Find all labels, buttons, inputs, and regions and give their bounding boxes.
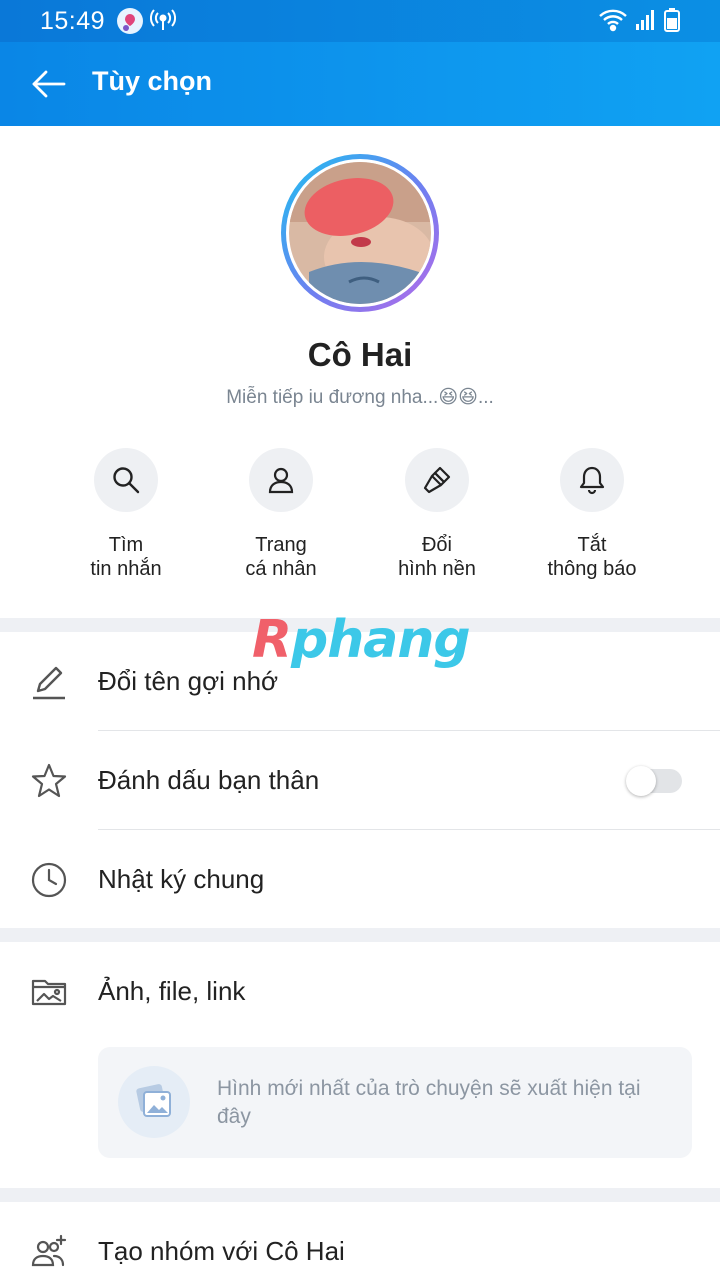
rename-nickname-row[interactable]: Đổi tên gợi nhớ [0,632,720,730]
battery-icon [664,8,680,32]
row-label: Ảnh, file, link [98,976,246,1006]
search-icon[interactable] [94,448,158,512]
folder-image-icon [30,973,68,1011]
media-empty-card: Hình mới nhất của trò chuyện sẽ xuất hiệ… [98,1047,692,1158]
signal-icon [635,9,657,31]
row-label: Đổi tên gợi nhớ [98,666,279,696]
clock-icon [30,861,68,899]
avatar-photo [289,162,431,304]
section-divider [0,928,720,942]
add-group-icon [30,1233,68,1271]
avatar[interactable] [286,159,434,307]
hotspot-icon [150,9,176,31]
media-empty-text: Hình mới nhất của trò chuyện sẽ xuất hiệ… [217,1077,641,1128]
person-icon[interactable] [249,448,313,512]
action-label: Đổi hình nền [398,534,476,580]
create-group-row[interactable]: Tạo nhóm với Cô Hai [0,1202,720,1280]
paint-brush-icon[interactable] [405,448,469,512]
wifi-icon [598,8,628,32]
action-label: Trang cá nhân [245,534,317,580]
page-title: Tùy chọn [92,66,212,96]
gallery-icon [118,1066,190,1138]
row-label: Nhật ký chung [98,864,265,894]
messenger-notification-icon [117,8,143,34]
status-bar: 15:49 [0,0,720,42]
toggle-knob [626,766,656,796]
pencil-icon [30,663,68,701]
change-wallpaper-button[interactable]: Đổi hình nền [362,448,512,581]
status-time: 15:49 [40,7,106,35]
best-friend-toggle[interactable] [626,766,682,796]
best-friend-row[interactable]: Đánh dấu bạn thân [0,731,720,829]
action-label: Tắt thông báo [547,534,637,580]
section-divider [0,1188,720,1202]
action-label: Tìm tin nhắn [90,534,162,580]
profile-avatar-ring[interactable] [281,154,439,312]
profile-name: Cô Hai [307,336,413,373]
search-messages-button[interactable]: Tìm tin nhắn [51,448,201,581]
mute-notifications-button[interactable]: Tắt thông báo [517,448,667,581]
profile-status: Miễn tiếp iu đương nha...😆😆... [226,387,494,408]
bell-icon[interactable] [560,448,624,512]
star-icon [30,762,68,800]
shared-journal-row[interactable]: Nhật ký chung [0,830,720,928]
row-label: Đánh dấu bạn thân [98,765,320,795]
row-label: Tạo nhóm với Cô Hai [98,1236,345,1266]
back-arrow-icon[interactable] [30,66,68,102]
profile-page-button[interactable]: Trang cá nhân [206,448,356,581]
media-files-links-row[interactable]: Ảnh, file, link [0,942,720,1040]
app-bar: Tùy chọn [0,42,720,126]
